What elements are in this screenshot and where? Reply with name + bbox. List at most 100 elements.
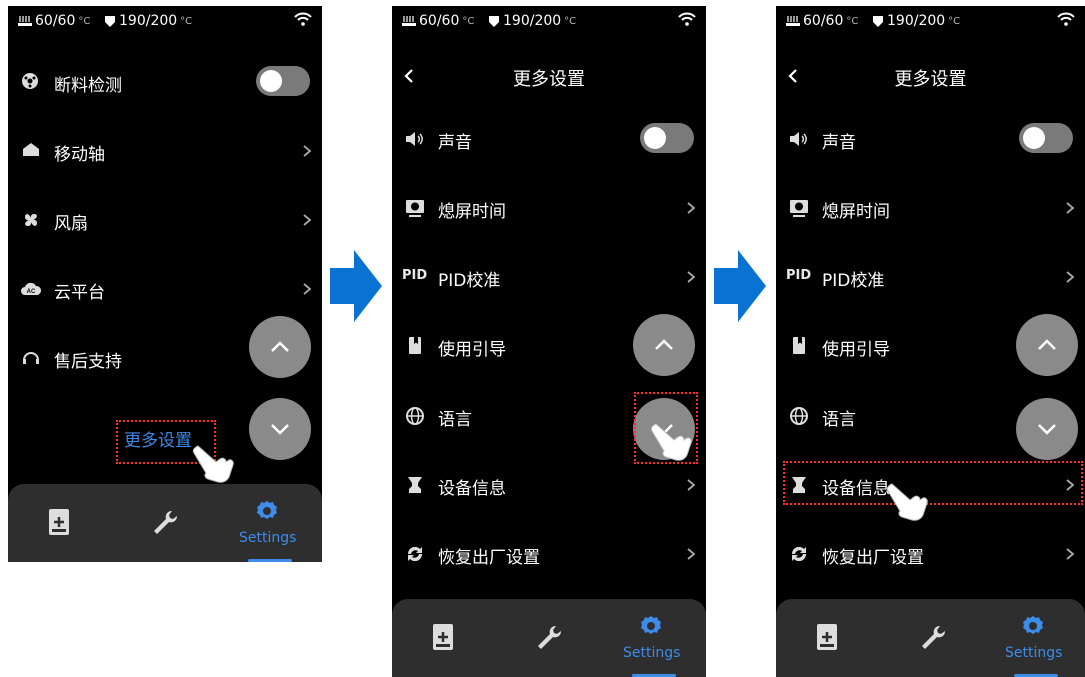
gear-icon: [641, 616, 661, 634]
tab-settings[interactable]: Settings: [614, 599, 694, 677]
bed-temperature: 60/60 °C: [18, 13, 90, 29]
row-label: 恢复出厂设置: [822, 548, 924, 568]
row-label: PID校准: [438, 271, 501, 291]
sound-toggle[interactable]: [1019, 123, 1073, 153]
filament-icon: [22, 73, 38, 89]
file-icon: [433, 624, 453, 650]
row-label: 断料检测: [54, 76, 122, 96]
screen-more-settings-scrolled: 60/60 °C 190/200 °C 更多设置 声音 熄屏时间 PID PID…: [776, 6, 1085, 677]
row-factory-reset[interactable]: 恢复出厂设置: [392, 534, 706, 574]
scroll-down-button[interactable]: [1016, 398, 1078, 460]
row-sound[interactable]: 声音: [392, 119, 706, 159]
status-bar: 60/60 °C 190/200 °C: [392, 6, 706, 36]
tab-tools[interactable]: [522, 599, 582, 677]
nozzle-temperature: 190/200 °C: [872, 13, 960, 29]
printer-icon: [408, 477, 422, 493]
tab-files[interactable]: [422, 599, 482, 677]
toggle-knob: [1023, 127, 1045, 149]
row-label: 语言: [822, 410, 856, 430]
row-label: 使用引导: [438, 340, 506, 360]
nozzle-temperature: 190/200 °C: [488, 13, 576, 29]
scroll-up-button[interactable]: [1016, 314, 1078, 376]
row-label: 熄屏时间: [438, 202, 506, 222]
wifi-icon: [1057, 12, 1075, 26]
row-device-info[interactable]: 设备信息: [392, 465, 706, 505]
chevron-right-icon: [303, 214, 312, 226]
tab-settings-label: Settings: [239, 530, 297, 546]
speaker-icon: [790, 132, 807, 146]
row-factory-reset[interactable]: 恢复出厂设置: [776, 534, 1085, 574]
row-label: 熄屏时间: [822, 202, 890, 222]
fan-icon: [25, 214, 37, 226]
bed-heater-icon: [18, 16, 32, 26]
tab-tools[interactable]: [906, 599, 966, 677]
wrench-icon: [538, 625, 562, 649]
wrench-icon: [154, 510, 178, 534]
row-sound[interactable]: 声音: [776, 119, 1085, 159]
nozzle-icon: [873, 15, 883, 27]
row-label: 声音: [822, 133, 856, 153]
row-screen-off-time[interactable]: 熄屏时间: [392, 188, 706, 228]
row-label: 移动轴: [54, 145, 105, 165]
chevron-right-icon: [303, 145, 312, 157]
screen-timer-icon: [790, 200, 808, 217]
nozzle-temp-unit: °C: [948, 15, 961, 27]
tab-files[interactable]: [806, 599, 866, 677]
globe-icon: [406, 407, 424, 425]
row-label: 声音: [438, 133, 472, 153]
bed-heater-icon: [402, 16, 416, 26]
nozzle-temp-unit: °C: [564, 15, 577, 27]
tab-settings-label: Settings: [623, 645, 681, 661]
scroll-down-button[interactable]: [249, 398, 311, 460]
chevron-down-icon: [271, 424, 289, 435]
toggle-knob: [644, 127, 666, 149]
bed-heater-icon: [786, 16, 800, 26]
next-step-arrow-icon: [330, 250, 382, 322]
row-screen-off-time[interactable]: 熄屏时间: [776, 188, 1085, 228]
refresh-icon: [407, 546, 423, 562]
tab-files[interactable]: [38, 484, 98, 562]
nozzle-temp-value: 190/200: [119, 13, 178, 29]
bed-temp-value: 60/60: [419, 13, 460, 29]
wifi-icon: [678, 12, 696, 26]
chevron-down-icon: [1038, 424, 1056, 435]
chevron-right-icon: [687, 271, 696, 283]
sound-toggle[interactable]: [640, 123, 694, 153]
tab-settings-label: Settings: [1005, 645, 1063, 661]
file-icon: [817, 624, 837, 650]
row-move-axis[interactable]: 移动轴: [8, 131, 322, 171]
chevron-right-icon: [1066, 202, 1075, 214]
scroll-up-button[interactable]: [249, 316, 311, 378]
wrench-icon: [922, 625, 946, 649]
bottom-tabbar: Settings: [8, 484, 322, 562]
row-label: 风扇: [54, 214, 88, 234]
page-header: 更多设置: [776, 58, 1085, 98]
row-cloud-platform[interactable]: AC 云平台: [8, 269, 322, 309]
bed-temp-unit: °C: [846, 15, 859, 27]
refresh-icon: [791, 546, 807, 562]
cloud-icon: AC: [21, 282, 42, 295]
tab-settings[interactable]: Settings: [996, 599, 1076, 677]
nozzle-temp-unit: °C: [180, 15, 193, 27]
chevron-up-icon: [1038, 339, 1056, 350]
headset-icon: [23, 352, 39, 364]
nozzle-temp-value: 190/200: [503, 13, 562, 29]
bed-temp-value: 60/60: [803, 13, 844, 29]
row-fan[interactable]: 风扇: [8, 200, 322, 240]
scroll-up-button[interactable]: [633, 314, 695, 376]
tab-tools[interactable]: [138, 484, 198, 562]
row-pid-calibration[interactable]: PID PID校准: [392, 257, 706, 297]
pid-icon: PID: [786, 268, 812, 283]
screen-settings: 60/60 °C 190/200 °C 断料检测 移动轴 风扇 AC 云平台 售…: [8, 6, 322, 562]
chevron-up-icon: [271, 341, 289, 352]
row-pid-calibration[interactable]: PID PID校准: [776, 257, 1085, 297]
speaker-icon: [406, 132, 423, 146]
file-icon: [49, 509, 69, 535]
globe-icon: [790, 407, 808, 425]
row-filament-detect[interactable]: 断料检测: [8, 62, 322, 102]
row-label: 使用引导: [822, 340, 890, 360]
filament-detect-toggle[interactable]: [256, 66, 310, 96]
page-title: 更多设置: [513, 69, 585, 90]
tab-settings[interactable]: Settings: [230, 484, 310, 562]
pointer-hand-icon: [886, 483, 928, 521]
